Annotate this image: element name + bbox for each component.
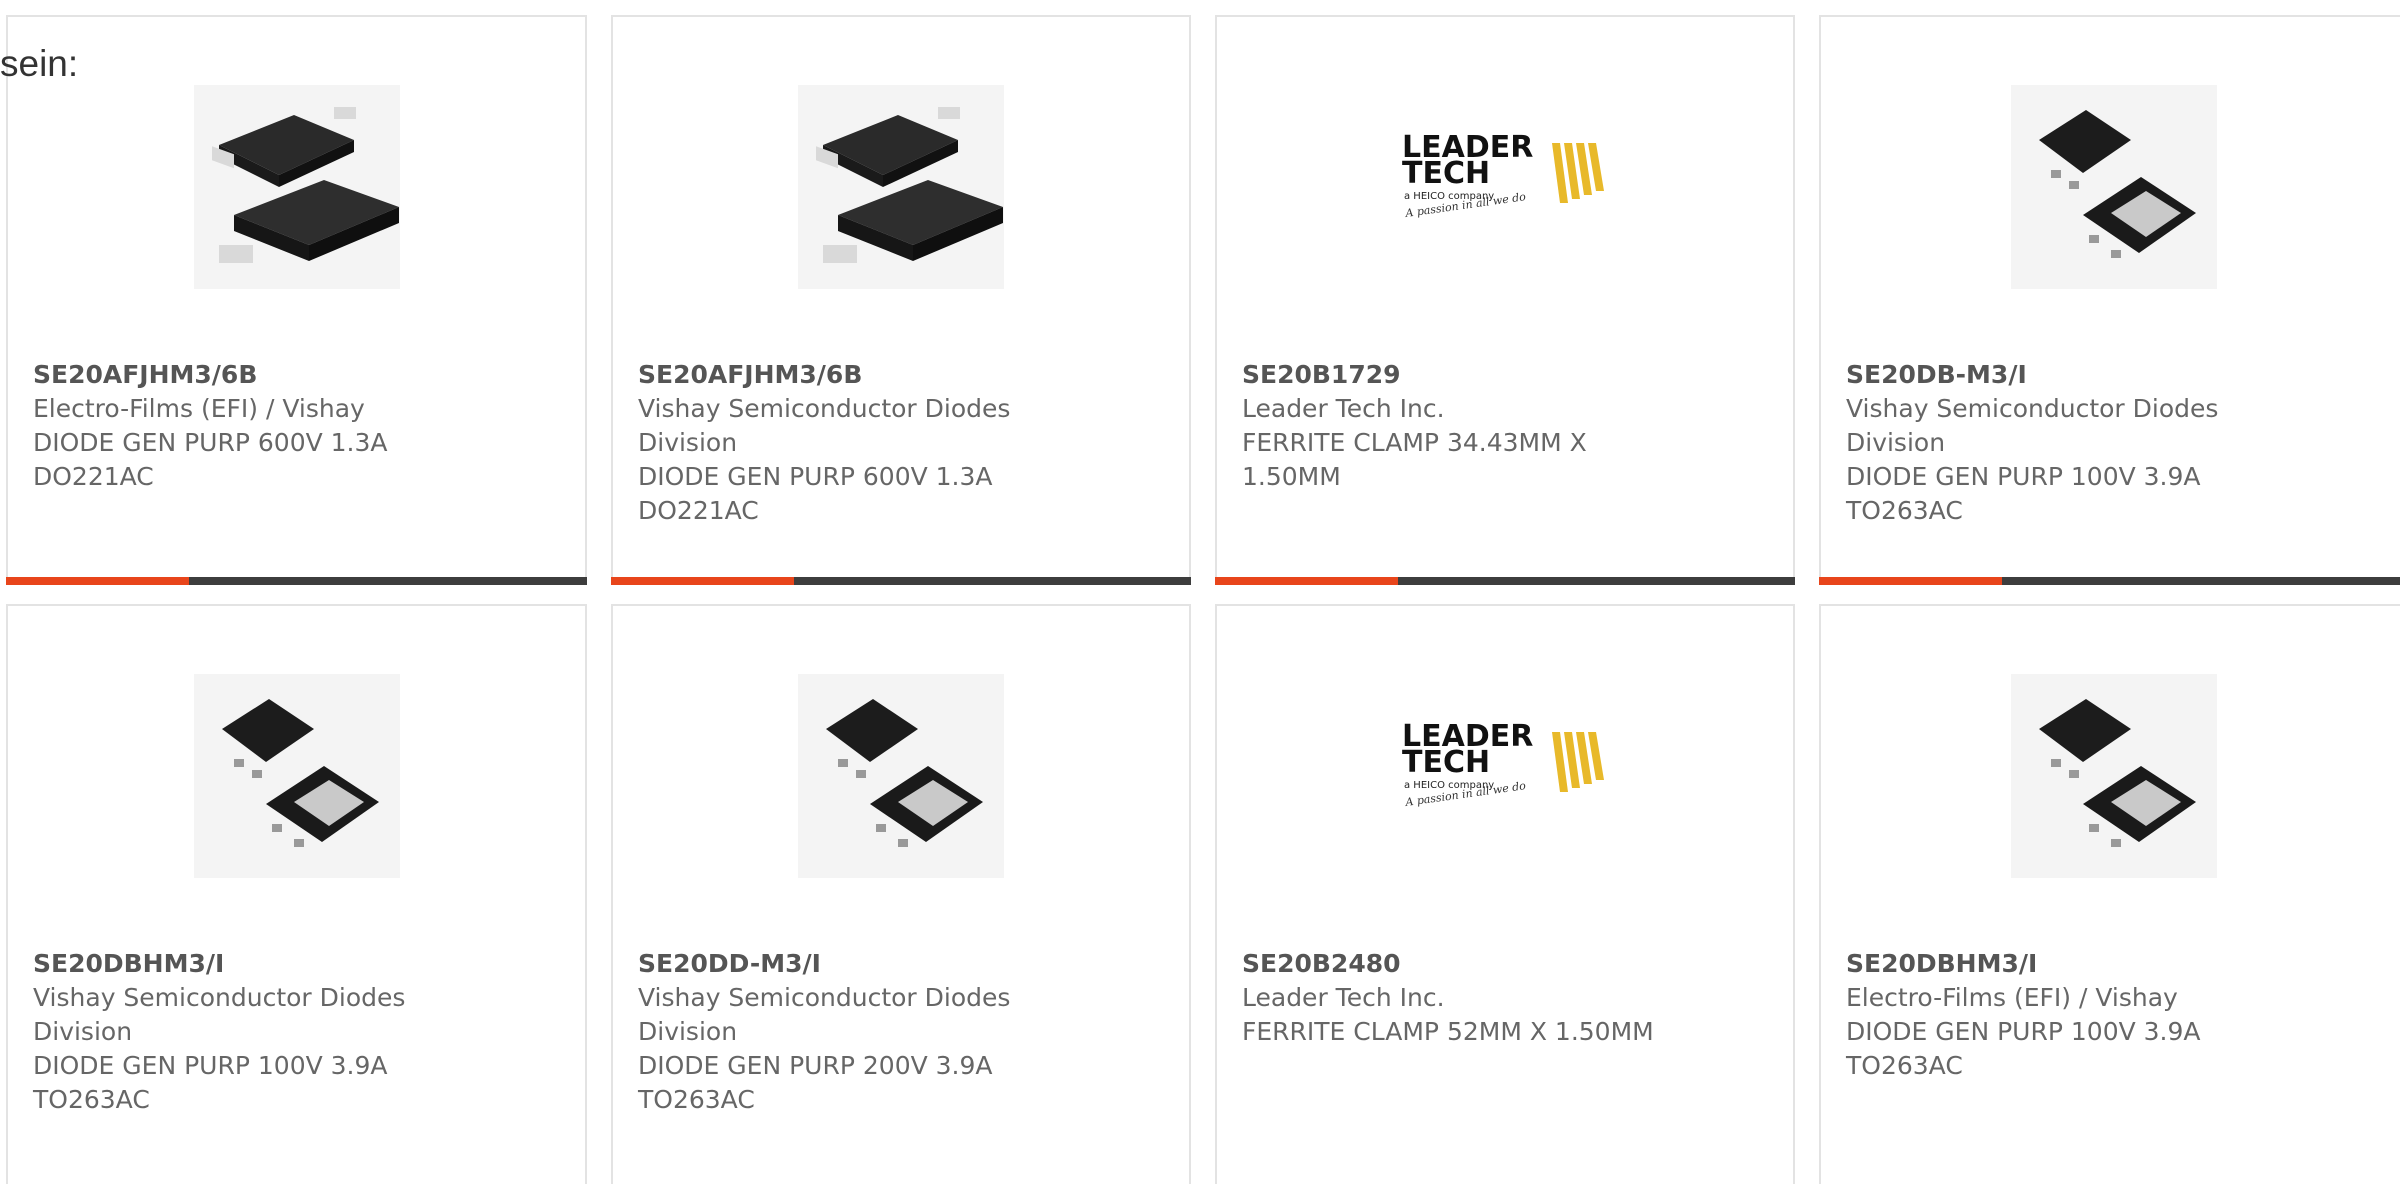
part-number-link[interactable]: SE20DBHM3/I — [33, 947, 453, 981]
svg-text:TECH: TECH — [1402, 156, 1490, 191]
manufacturer: Vishay Semiconductor Diodes Division — [638, 983, 1011, 1046]
description: DIODE GEN PURP 100V 3.9A TO263AC — [33, 1051, 388, 1114]
product-info: SE20B2480 Leader Tech Inc. FERRITE CLAMP… — [1242, 947, 1662, 1049]
card-bottom-bar — [1215, 577, 1795, 585]
product-info: SE20AFJHM3/6B Electro-Films (EFI) / Vish… — [33, 358, 453, 494]
smd-diode-package-image — [193, 85, 400, 289]
description: DIODE GEN PURP 200V 3.9A TO263AC — [638, 1051, 993, 1114]
card-accent-bar — [1819, 577, 2002, 585]
product-card[interactable]: SE20DBHM3/I Electro-Films (EFI) / Vishay… — [1819, 604, 2400, 1184]
product-info: SE20AFJHM3/6B Vishay Semiconductor Diode… — [638, 358, 1058, 528]
description: DIODE GEN PURP 100V 3.9A TO263AC — [1846, 1017, 2201, 1080]
part-number-link[interactable]: SE20DBHM3/I — [1846, 947, 2266, 981]
manufacturer: Electro-Films (EFI) / Vishay — [33, 394, 365, 423]
part-number-link[interactable]: SE20DD-M3/I — [638, 947, 1058, 981]
product-card[interactable]: SE20DBHM3/I Vishay Semiconductor Diodes … — [6, 604, 587, 1184]
to263-package-image — [193, 674, 400, 878]
product-card[interactable]: SE20AFJHM3/6B Electro-Films (EFI) / Vish… — [6, 15, 587, 585]
manufacturer: Vishay Semiconductor Diodes Division — [638, 394, 1011, 457]
description: DIODE GEN PURP 600V 1.3A DO221AC — [33, 428, 388, 491]
leader-tech-logo: LEADER TECH a HEICO company A passion in… — [1402, 85, 1608, 289]
product-card[interactable]: LEADER TECH a HEICO company A passion in… — [1215, 604, 1795, 1184]
part-number-link[interactable]: SE20AFJHM3/6B — [638, 358, 1058, 392]
to263-package-image — [2011, 85, 2217, 289]
card-accent-bar — [1215, 577, 1398, 585]
card-bottom-bar — [611, 577, 1191, 585]
card-bottom-bar — [6, 577, 587, 585]
card-accent-bar — [611, 577, 794, 585]
product-card[interactable]: SE20AFJHM3/6B Vishay Semiconductor Diode… — [611, 15, 1191, 585]
product-grid: SE20AFJHM3/6B Electro-Films (EFI) / Vish… — [0, 0, 2400, 1184]
manufacturer: Leader Tech Inc. — [1242, 394, 1445, 423]
part-number-link[interactable]: SE20B2480 — [1242, 947, 1662, 981]
svg-text:TECH: TECH — [1402, 745, 1490, 780]
description: FERRITE CLAMP 52MM X 1.50MM — [1242, 1017, 1654, 1046]
card-accent-bar — [6, 577, 189, 585]
to263-package-image — [2011, 674, 2217, 878]
part-number-link[interactable]: SE20DB-M3/I — [1846, 358, 2266, 392]
description: DIODE GEN PURP 100V 3.9A TO263AC — [1846, 462, 2201, 525]
intro-text: sein: — [0, 43, 79, 84]
product-card[interactable]: SE20DD-M3/I Vishay Semiconductor Diodes … — [611, 604, 1191, 1184]
product-info: SE20B1729 Leader Tech Inc. FERRITE CLAMP… — [1242, 358, 1662, 494]
product-info: SE20DBHM3/I Electro-Films (EFI) / Vishay… — [1846, 947, 2266, 1083]
manufacturer: Leader Tech Inc. — [1242, 983, 1445, 1012]
product-info: SE20DD-M3/I Vishay Semiconductor Diodes … — [638, 947, 1058, 1117]
leader-tech-logo: LEADER TECH a HEICO company A passion in… — [1402, 674, 1608, 878]
product-card[interactable]: SE20DB-M3/I Vishay Semiconductor Diodes … — [1819, 15, 2400, 585]
part-number-link[interactable]: SE20AFJHM3/6B — [33, 358, 453, 392]
to263-package-image — [798, 674, 1004, 878]
manufacturer: Vishay Semiconductor Diodes Division — [1846, 394, 2219, 457]
product-info: SE20DB-M3/I Vishay Semiconductor Diodes … — [1846, 358, 2266, 528]
smd-diode-package-image — [798, 85, 1004, 289]
description: FERRITE CLAMP 34.43MM X 1.50MM — [1242, 428, 1587, 491]
product-info: SE20DBHM3/I Vishay Semiconductor Diodes … — [33, 947, 453, 1117]
manufacturer: Electro-Films (EFI) / Vishay — [1846, 983, 2178, 1012]
description: DIODE GEN PURP 600V 1.3A DO221AC — [638, 462, 993, 525]
product-card[interactable]: LEADER TECH a HEICO company A passion in… — [1215, 15, 1795, 585]
manufacturer: Vishay Semiconductor Diodes Division — [33, 983, 406, 1046]
card-bottom-bar — [1819, 577, 2400, 585]
part-number-link[interactable]: SE20B1729 — [1242, 358, 1662, 392]
